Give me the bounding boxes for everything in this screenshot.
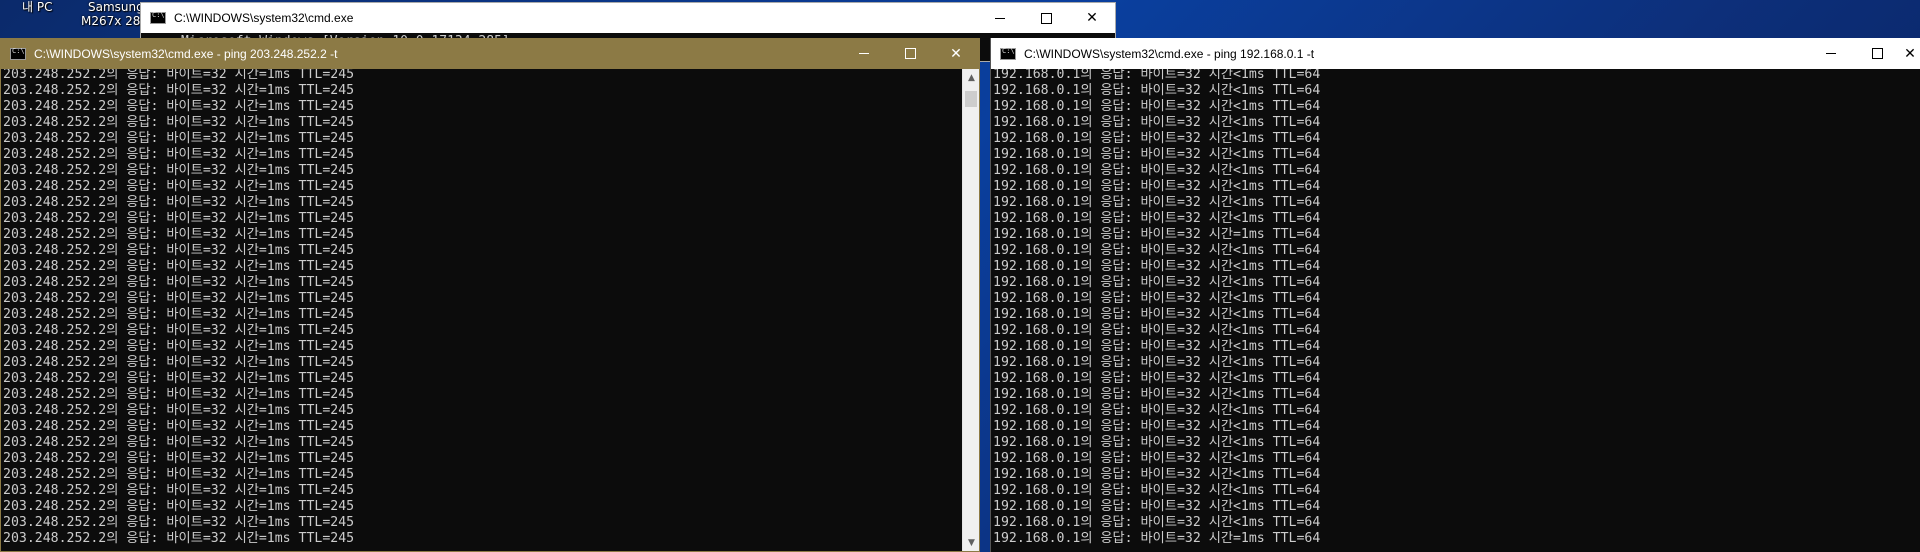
console-line: 203.248.252.2의 응답: 바이트=32 시간=1ms TTL=245 — [3, 419, 355, 434]
console-line: 203.248.252.2의 응답: 바이트=32 시간=1ms TTL=245 — [3, 291, 355, 306]
console-line: 203.248.252.2의 응답: 바이트=32 시간=1ms TTL=245 — [3, 403, 355, 418]
right-console-output[interactable]: 192.168.0.1의 응답: 바이트=32 시간<1ms TTL=64 192… — [991, 69, 1920, 552]
console-line: 203.248.252.2의 응답: 바이트=32 시간=1ms TTL=245 — [3, 307, 355, 322]
console-line: 203.248.252.2의 응답: 바이트=32 시간=1ms TTL=245 — [3, 371, 355, 386]
close-button[interactable] — [1069, 3, 1115, 34]
console-line: 192.168.0.1의 응답: 바이트=32 시간<1ms TTL=64 — [993, 355, 1321, 370]
left-window-title: C:\WINDOWS\system32\cmd.exe - ping 203.2… — [34, 46, 338, 61]
right-window-title: C:\WINDOWS\system32\cmd.exe - ping 192.1… — [1024, 46, 1315, 61]
console-line: 192.168.0.1의 응답: 바이트=32 시간<1ms TTL=64 — [993, 69, 1321, 82]
console-line: 192.168.0.1의 응답: 바이트=32 시간=1ms TTL=64 — [993, 531, 1321, 546]
console-line: 192.168.0.1의 응답: 바이트=32 시간<1ms TTL=64 — [993, 515, 1321, 530]
console-line: 203.248.252.2의 응답: 바이트=32 시간=1ms TTL=245 — [3, 387, 355, 402]
console-line: 192.168.0.1의 응답: 바이트=32 시간<1ms TTL=64 — [993, 243, 1321, 258]
scrollbar-thumb[interactable] — [965, 91, 977, 107]
console-line: 192.168.0.1의 응답: 바이트=32 시간<1ms TTL=64 — [993, 483, 1321, 498]
console-line: 203.248.252.2의 응답: 바이트=32 시간=1ms TTL=245 — [3, 227, 355, 242]
console-line: 192.168.0.1의 응답: 바이트=32 시간<1ms TTL=64 — [993, 211, 1321, 226]
console-line: 203.248.252.2의 응답: 바이트=32 시간=1ms TTL=245 — [3, 259, 355, 274]
console-line: 192.168.0.1의 응답: 바이트=32 시간<1ms TTL=64 — [993, 339, 1321, 354]
left-cmd-window[interactable]: C:\WINDOWS\system32\cmd.exe - ping 203.2… — [0, 38, 980, 552]
console-line: 203.248.252.2의 응답: 바이트=32 시간=1ms TTL=245 — [3, 131, 355, 146]
right-window-titlebar[interactable]: C:\WINDOWS\system32\cmd.exe - ping 192.1… — [991, 38, 1920, 69]
console-line: 203.248.252.2의 응답: 바이트=32 시간=1ms TTL=245 — [3, 99, 355, 114]
close-button[interactable] — [1900, 38, 1920, 69]
close-button[interactable] — [933, 38, 979, 69]
minimize-button[interactable] — [977, 3, 1023, 34]
cmd-icon — [10, 47, 26, 60]
console-line: 203.248.252.2의 응답: 바이트=32 시간=1ms TTL=245 — [3, 243, 355, 258]
console-line: 192.168.0.1의 응답: 바이트=32 시간=1ms TTL=64 — [993, 227, 1321, 242]
console-line: 203.248.252.2의 응답: 바이트=32 시간=1ms TTL=245 — [3, 211, 355, 226]
console-line: 192.168.0.1의 응답: 바이트=32 시간<1ms TTL=64 — [993, 179, 1321, 194]
console-line: 203.248.252.2의 응답: 바이트=32 시간=1ms TTL=245 — [3, 435, 355, 450]
console-line: 192.168.0.1의 응답: 바이트=32 시간<1ms TTL=64 — [993, 307, 1321, 322]
console-line: 192.168.0.1의 응답: 바이트=32 시간<1ms TTL=64 — [993, 115, 1321, 130]
console-line: 192.168.0.1의 응답: 바이트=32 시간<1ms TTL=64 — [993, 83, 1321, 98]
console-line: 192.168.0.1의 응답: 바이트=32 시간<1ms TTL=64 — [993, 451, 1321, 466]
console-line: 192.168.0.1의 응답: 바이트=32 시간<1ms TTL=64 — [993, 195, 1321, 210]
minimize-button[interactable] — [1808, 38, 1854, 69]
desktop-icon-pc-label[interactable]: 내 PC — [22, 0, 52, 14]
console-line: 192.168.0.1의 응답: 바이트=32 시간<1ms TTL=64 — [993, 371, 1321, 386]
console-line: 203.248.252.2의 응답: 바이트=32 시간=1ms TTL=245 — [3, 147, 355, 162]
right-cmd-window[interactable]: C:\WINDOWS\system32\cmd.exe - ping 192.1… — [990, 38, 1920, 552]
desktop-icon-monitor-label[interactable]: Samsung — [88, 0, 144, 14]
console-line: 203.248.252.2의 응답: 바이트=32 시간=1ms TTL=245 — [3, 69, 355, 82]
console-line: 203.248.252.2의 응답: 바이트=32 시간=1ms TTL=245 — [3, 275, 355, 290]
cmd-icon — [1000, 47, 1016, 60]
console-line: 203.248.252.2의 응답: 바이트=32 시간=1ms TTL=245 — [3, 339, 355, 354]
console-line: 203.248.252.2의 응답: 바이트=32 시간=1ms TTL=245 — [3, 531, 355, 546]
console-line: 203.248.252.2의 응답: 바이트=32 시간=1ms TTL=245 — [3, 323, 355, 338]
vertical-scrollbar[interactable]: ▲ ▼ — [962, 69, 979, 551]
maximize-button[interactable] — [887, 38, 933, 69]
console-line: 203.248.252.2의 응답: 바이트=32 시간=1ms TTL=245 — [3, 355, 355, 370]
console-line: 203.248.252.2의 응답: 바이트=32 시간=1ms TTL=245 — [3, 451, 355, 466]
console-line: 203.248.252.2의 응답: 바이트=32 시간=1ms TTL=245 — [3, 83, 355, 98]
scroll-up-icon[interactable]: ▲ — [963, 69, 979, 86]
scroll-down-icon[interactable]: ▼ — [963, 534, 979, 551]
maximize-button[interactable] — [1854, 38, 1900, 69]
console-line: 192.168.0.1의 응답: 바이트=32 시간<1ms TTL=64 — [993, 259, 1321, 274]
console-line: 203.248.252.2의 응답: 바이트=32 시간=1ms TTL=245 — [3, 163, 355, 178]
console-line: 192.168.0.1의 응답: 바이트=32 시간<1ms TTL=64 — [993, 435, 1321, 450]
console-line: 192.168.0.1의 응답: 바이트=32 시간<1ms TTL=64 — [993, 275, 1321, 290]
console-line: 192.168.0.1의 응답: 바이트=32 시간<1ms TTL=64 — [993, 403, 1321, 418]
maximize-button[interactable] — [1023, 3, 1069, 34]
desktop-icon-monitor-label-line2[interactable]: M267x 28 — [81, 14, 140, 28]
console-line: 203.248.252.2의 응답: 바이트=32 시간=1ms TTL=245 — [3, 195, 355, 210]
console-line: 203.248.252.2의 응답: 바이트=32 시간=1ms TTL=245 — [3, 115, 355, 130]
back-window-titlebar[interactable]: C:\WINDOWS\system32\cmd.exe — [141, 3, 1115, 33]
console-line: 203.248.252.2의 응답: 바이트=32 시간=1ms TTL=245 — [3, 499, 355, 514]
left-window-titlebar[interactable]: C:\WINDOWS\system32\cmd.exe - ping 203.2… — [1, 38, 979, 69]
minimize-button[interactable] — [841, 38, 887, 69]
console-line: 192.168.0.1의 응답: 바이트=32 시간<1ms TTL=64 — [993, 387, 1321, 402]
back-window-title: C:\WINDOWS\system32\cmd.exe — [174, 11, 354, 25]
console-line: 192.168.0.1의 응답: 바이트=32 시간<1ms TTL=64 — [993, 99, 1321, 114]
console-line: 192.168.0.1의 응답: 바이트=32 시간<1ms TTL=64 — [993, 163, 1321, 178]
console-line: 192.168.0.1의 응답: 바이트=32 시간<1ms TTL=64 — [993, 323, 1321, 338]
console-line: 192.168.0.1의 응답: 바이트=32 시간<1ms TTL=64 — [993, 147, 1321, 162]
console-line: 203.248.252.2의 응답: 바이트=32 시간=1ms TTL=245 — [3, 515, 355, 530]
console-line: 192.168.0.1의 응답: 바이트=32 시간<1ms TTL=64 — [993, 419, 1321, 434]
console-line: 203.248.252.2의 응답: 바이트=32 시간=1ms TTL=245 — [3, 483, 355, 498]
console-line: 192.168.0.1의 응답: 바이트=32 시간<1ms TTL=64 — [993, 499, 1321, 514]
console-line: 203.248.252.2의 응답: 바이트=32 시간=1ms TTL=245 — [3, 467, 355, 482]
cmd-icon — [150, 11, 166, 24]
left-console-output[interactable]: 203.248.252.2의 응답: 바이트=32 시간=1ms TTL=245… — [1, 69, 962, 551]
console-line: 192.168.0.1의 응답: 바이트=32 시간<1ms TTL=64 — [993, 291, 1321, 306]
console-line: 192.168.0.1의 응답: 바이트=32 시간<1ms TTL=64 — [993, 131, 1321, 146]
console-line: 203.248.252.2의 응답: 바이트=32 시간=1ms TTL=245 — [3, 179, 355, 194]
console-line: 192.168.0.1의 응답: 바이트=32 시간<1ms TTL=64 — [993, 467, 1321, 482]
